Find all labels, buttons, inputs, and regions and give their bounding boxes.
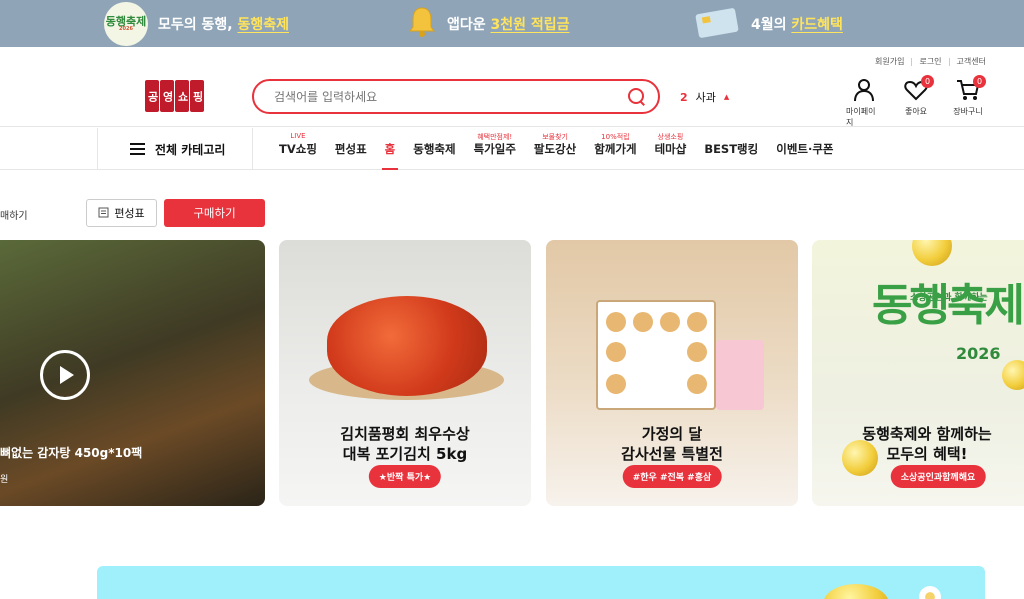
buy-button[interactable]: 구매하기 [164, 199, 265, 227]
nav-item-best-ranking[interactable]: BEST랭킹 [695, 128, 767, 170]
search-icon[interactable] [628, 87, 646, 106]
video-subcaption: 원 [0, 475, 9, 485]
flower-card-image [716, 340, 764, 410]
kimchi-tag[interactable]: ★반짝 특가★ [368, 465, 442, 488]
caret-up-icon[interactable]: ▲ [724, 93, 729, 101]
nav-item-theme-shop[interactable]: 상생소핑 테마샵 [646, 128, 696, 170]
live-label: 매하기 [0, 211, 28, 222]
site-logo[interactable]: 공 영 쇼 핑 [145, 80, 204, 112]
trending-keyword-text: 사과 [695, 91, 716, 104]
signup-link[interactable]: 회원가입 [875, 56, 904, 67]
coin-image [823, 584, 889, 599]
gift-tag[interactable]: #한우 #전복 #홍삼 [622, 465, 722, 488]
promo-bar: 동행축제 2026 모두의 동행, 동행축제 앱다운 3천원 적립금 4월의 카… [0, 0, 1024, 47]
nav-item-festival[interactable]: 동행축제 [404, 128, 464, 170]
utility-links: 회원가입 로그인 고객센터 [875, 56, 986, 67]
kimchi-image [327, 296, 487, 396]
main-nav: 전체 카테고리 LIVE TV쇼핑 편성표 홈 동행축제 혜택만점제! 특가일주 보… [0, 128, 1024, 170]
kimchi-title: 김치품평회 최우수상 대복 포기김치 5kg [340, 425, 470, 464]
coin-image [912, 240, 952, 266]
promo-festival[interactable]: 동행축제 2026 모두의 동행, 동행축제 [104, 0, 289, 47]
festival-logo: 동행축제 2026 [104, 1, 148, 46]
trending-keyword[interactable]: 2 사과 ▲ [680, 89, 729, 105]
trending-rank: 2 [680, 90, 688, 104]
all-category-button[interactable]: 전체 카테고리 [97, 128, 253, 170]
nav-item-schedule[interactable]: 편성표 [326, 128, 376, 170]
promo-card-benefit[interactable]: 4월의 카드혜택 [693, 0, 843, 47]
coin-image [1002, 360, 1024, 390]
festival-tag[interactable]: 소상공인과함께해요 [890, 465, 986, 488]
mypage-button[interactable]: 마이페이지 [846, 78, 882, 128]
promo-app-download[interactable]: 앱다운 3천원 적립금 [407, 0, 570, 47]
divider [948, 57, 950, 66]
like-button[interactable]: 0 좋아요 [898, 75, 934, 128]
search-input[interactable] [274, 89, 628, 104]
cart-count-badge: 0 [973, 75, 986, 88]
calendar-icon [98, 206, 109, 221]
nav-item-home[interactable]: 홈 [376, 128, 405, 170]
nav-item-together-store[interactable]: 10%적립 함께가게 [585, 128, 645, 170]
schedule-button[interactable]: 편성표 [86, 199, 157, 227]
festival-big-title: 동행축제 [872, 280, 1024, 331]
nav-item-paldo[interactable]: 보물찾기 팔도강산 [525, 128, 585, 170]
cart-button[interactable]: 0 장바구니 [950, 75, 986, 128]
customer-center-link[interactable]: 고객센터 [957, 56, 986, 67]
like-count-badge: 0 [921, 75, 934, 88]
search-bar [252, 79, 660, 114]
bottom-banner[interactable] [97, 566, 985, 599]
login-link[interactable]: 로그인 [919, 56, 941, 67]
live-controls: 매하기 편성표 구매하기 [0, 199, 1024, 229]
festival-year: 2026 [956, 344, 1001, 363]
nav-item-event-coupon[interactable]: 이벤트·쿠폰 [767, 128, 842, 170]
nav-menu: LIVE TV쇼핑 편성표 홈 동행축제 혜택만점제! 특가일주 보물찾기 팔도강산 … [270, 128, 843, 170]
nav-item-tv-shopping[interactable]: LIVE TV쇼핑 [270, 128, 326, 170]
bell-icon [407, 5, 437, 43]
play-icon[interactable] [40, 350, 90, 400]
live-video-card[interactable]: 뼈없는 감자탕 450g*10팩 원 [0, 240, 265, 506]
nav-item-special-week[interactable]: 혜택만점제! 특가일주 [465, 128, 525, 170]
video-caption: 뼈없는 감자탕 450g*10팩 [0, 446, 143, 460]
divider [911, 57, 913, 66]
credit-card-icon [693, 5, 741, 43]
user-icon [853, 78, 875, 102]
hamburger-icon [130, 143, 145, 155]
gift-title: 가정의 달 감사선물 특별전 [621, 425, 723, 464]
gift-box-image [596, 300, 716, 410]
festival-title: 동행축제와 함께하는 모두의 혜택! [862, 425, 992, 464]
site-header: 회원가입 로그인 고객센터 공 영 쇼 핑 2 사과 ▲ 마이페이지 0 [0, 47, 1024, 127]
flower-icon [919, 586, 941, 599]
header-icons: 마이페이지 0 좋아요 0 장바구니 [846, 75, 986, 128]
